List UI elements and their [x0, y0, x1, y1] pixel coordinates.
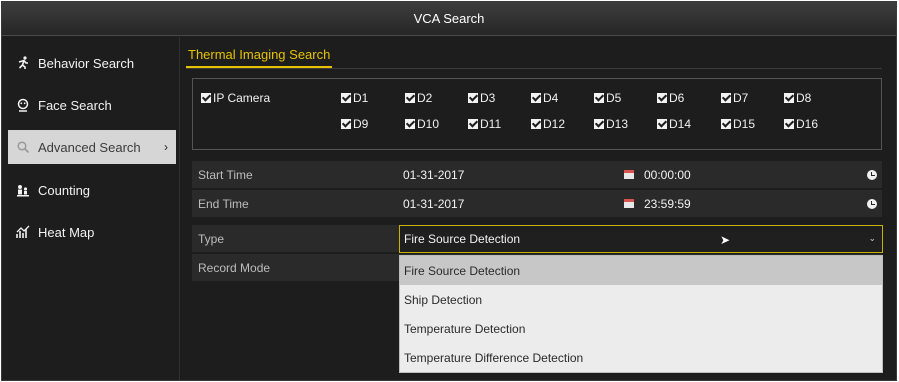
- channel-label: D11: [480, 117, 502, 131]
- channel-label: D2: [417, 91, 433, 105]
- clock-icon[interactable]: [867, 170, 877, 180]
- type-label: Type: [198, 232, 225, 246]
- ip-camera-label: IP Camera: [213, 91, 271, 105]
- checkbox-checked-icon: [531, 119, 541, 129]
- sidebar-item-heat-map[interactable]: Heat Map: [8, 215, 176, 249]
- channel-label: D13: [606, 117, 629, 131]
- channel-label: D8: [796, 91, 812, 105]
- channel-label: D6: [669, 91, 685, 105]
- channel-checkbox-d13[interactable]: D13: [594, 117, 628, 131]
- end-time-field[interactable]: 23:59:59: [640, 190, 691, 218]
- tab-underline-divider: [186, 68, 882, 69]
- end-time-label: End Time: [198, 197, 249, 211]
- sidebar-item-behavior-search[interactable]: Behavior Search: [8, 46, 176, 80]
- channel-label: D3: [480, 91, 496, 105]
- heat-map-icon: [16, 225, 30, 239]
- type-select[interactable]: Fire Source Detection ➤ ⌄: [399, 225, 883, 253]
- people-count-icon: [16, 183, 30, 197]
- calendar-icon[interactable]: [624, 199, 634, 208]
- sidebar-item-advanced-search[interactable]: Advanced Search ›: [8, 130, 176, 164]
- channel-checkbox-d12[interactable]: D12: [531, 117, 565, 131]
- channel-label: D16: [796, 117, 819, 131]
- sidebar-item-label: Heat Map: [38, 224, 95, 240]
- magnifier-icon: [16, 140, 30, 154]
- checkbox-checked-icon: [468, 93, 478, 103]
- vca-search-window: VCA Search Behavior Search Face Search A…: [1, 1, 897, 381]
- type-dropdown-list: Fire Source Detection Ship Detection Tem…: [399, 255, 883, 373]
- channel-checkbox-d3[interactable]: D3: [468, 91, 495, 105]
- channel-checkbox-d14[interactable]: D14: [657, 117, 691, 131]
- checkbox-checked-icon: [531, 93, 541, 103]
- checkbox-checked-icon: [657, 119, 667, 129]
- calendar-icon[interactable]: [624, 170, 634, 179]
- checkbox-checked-icon: [341, 119, 351, 129]
- checkbox-checked-icon: [594, 93, 604, 103]
- sidebar: Behavior Search Face Search Advanced Sea…: [2, 37, 180, 380]
- channel-label: D12: [543, 117, 566, 131]
- channel-checkbox-d4[interactable]: D4: [531, 91, 558, 105]
- checkbox-checked-icon: [594, 119, 604, 129]
- title-bar: VCA Search: [2, 2, 896, 36]
- end-date-field[interactable]: 01-31-2017: [399, 190, 464, 218]
- channel-label: D15: [733, 117, 756, 131]
- start-time-label: Start Time: [198, 168, 253, 182]
- checkbox-checked-icon: [721, 93, 731, 103]
- sidebar-item-label: Behavior Search: [38, 55, 135, 71]
- channel-checkbox-d15[interactable]: D15: [721, 117, 755, 131]
- channel-label: D4: [543, 91, 559, 105]
- channel-checkbox-d1[interactable]: D1: [341, 91, 368, 105]
- main-content: Thermal Imaging Search IP Camera D1 D2 D3 D…: [182, 37, 896, 380]
- channel-checkbox-d16[interactable]: D16: [784, 117, 818, 131]
- running-person-icon: [16, 56, 30, 70]
- window-title: VCA Search: [413, 11, 485, 26]
- tab-thermal-imaging-search[interactable]: Thermal Imaging Search: [186, 47, 333, 68]
- checkbox-checked-icon: [784, 119, 794, 129]
- channel-checkbox-d6[interactable]: D6: [657, 91, 684, 105]
- channel-label: D7: [733, 91, 749, 105]
- record-mode-label: Record Mode: [198, 261, 271, 275]
- channel-checkbox-d9[interactable]: D9: [341, 117, 368, 131]
- chevron-down-icon: ⌄: [868, 233, 876, 243]
- mouse-cursor-icon: ➤: [720, 233, 731, 247]
- checkbox-checked-icon: [341, 93, 351, 103]
- channel-checkbox-d7[interactable]: D7: [721, 91, 748, 105]
- channel-label: D14: [669, 117, 692, 131]
- channel-checkbox-d8[interactable]: D8: [784, 91, 811, 105]
- checkbox-checked-icon: [784, 93, 794, 103]
- dropdown-option-ship[interactable]: Ship Detection: [400, 285, 882, 314]
- checkbox-checked-icon: [405, 119, 415, 129]
- start-time-row: Start Time 01-31-2017 00:00:00: [192, 161, 882, 189]
- face-icon: [16, 98, 30, 112]
- end-time-row: End Time 01-31-2017 23:59:59: [192, 190, 882, 218]
- sidebar-item-label: Advanced Search: [38, 139, 141, 155]
- checkbox-checked-icon: [468, 119, 478, 129]
- sidebar-item-label: Face Search: [38, 97, 112, 113]
- sidebar-item-counting[interactable]: Counting: [8, 173, 176, 207]
- sidebar-item-face-search[interactable]: Face Search: [8, 88, 176, 122]
- clock-icon[interactable]: [867, 199, 877, 209]
- checkbox-checked-icon: [721, 119, 731, 129]
- channel-label: D10: [417, 117, 440, 131]
- checkbox-checked-icon: [201, 93, 211, 103]
- dropdown-option-temperature[interactable]: Temperature Detection: [400, 314, 882, 343]
- type-row: Type Fire Source Detection ➤ ⌄: [192, 225, 883, 253]
- type-select-value: Fire Source Detection: [404, 232, 521, 246]
- camera-selection-panel: IP Camera D1 D2 D3 D4 D5 D6 D7 D8 D9 D10 D11 D12 D13…: [192, 78, 882, 150]
- checkbox-checked-icon: [405, 93, 415, 103]
- dropdown-option-fire-source[interactable]: Fire Source Detection: [400, 256, 882, 285]
- chevron-right-icon: ›: [164, 140, 168, 154]
- channel-label: D5: [606, 91, 622, 105]
- start-date-field[interactable]: 01-31-2017: [399, 161, 464, 189]
- channel-label: D1: [353, 91, 369, 105]
- sidebar-item-label: Counting: [38, 182, 91, 198]
- checkbox-checked-icon: [657, 93, 667, 103]
- channel-checkbox-d11[interactable]: D11: [468, 117, 501, 131]
- start-time-field[interactable]: 00:00:00: [640, 161, 691, 189]
- channel-checkbox-d10[interactable]: D10: [405, 117, 439, 131]
- dropdown-option-temperature-difference[interactable]: Temperature Difference Detection: [400, 343, 882, 372]
- channel-checkbox-d2[interactable]: D2: [405, 91, 432, 105]
- channel-checkbox-d5[interactable]: D5: [594, 91, 621, 105]
- ip-camera-checkbox[interactable]: IP Camera: [201, 91, 270, 105]
- channel-label: D9: [353, 117, 369, 131]
